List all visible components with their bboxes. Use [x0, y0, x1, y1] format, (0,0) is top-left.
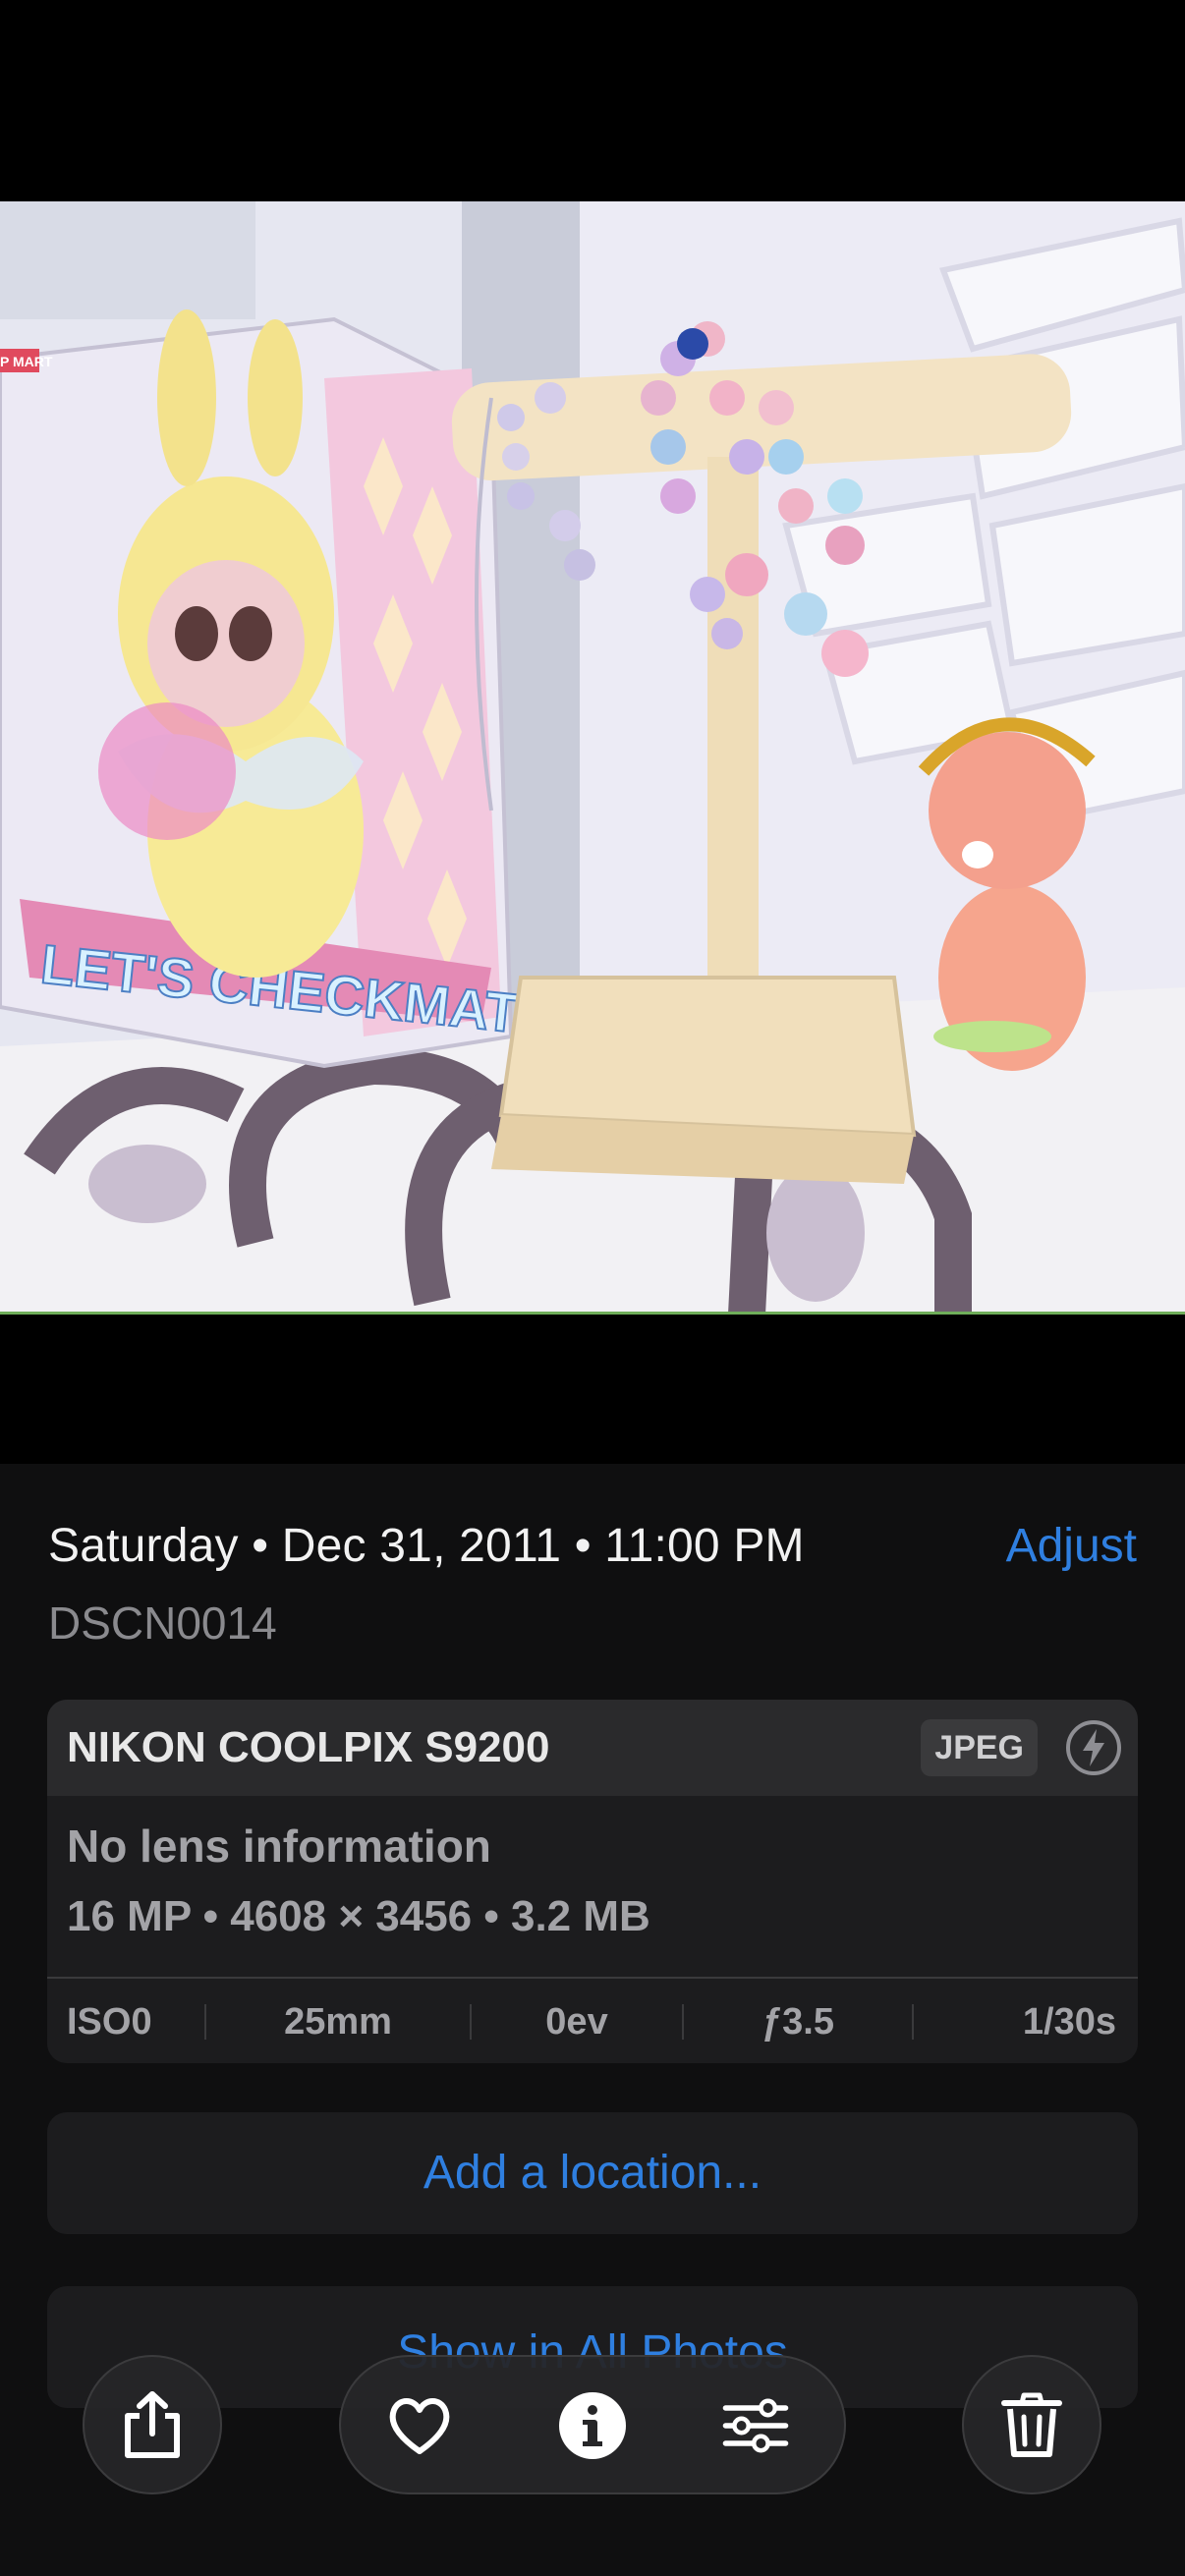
exif-iso: ISO0 — [67, 2000, 152, 2043]
adjust-button[interactable]: Adjust — [1006, 1519, 1137, 1573]
trash-icon — [1001, 2392, 1062, 2457]
share-icon — [125, 2391, 180, 2458]
date-time-label: Saturday • Dec 31, 2011 • 11:00 PM — [48, 1520, 805, 1572]
exif-focal-length: 25mm — [284, 2000, 392, 2043]
photo-viewer[interactable]: LET'S CHECKMATE P MART — [0, 201, 1185, 1315]
lens-info: No lens information — [67, 1820, 491, 1872]
share-button[interactable] — [83, 2355, 222, 2494]
box-corner-text: P MART — [0, 354, 53, 369]
sliders-icon[interactable] — [720, 2390, 791, 2461]
toolbar-group — [339, 2355, 846, 2494]
camera-header: NIKON COOLPIX S9200 JPEG — [47, 1700, 1138, 1796]
info-icon[interactable] — [557, 2390, 628, 2461]
delete-button[interactable] — [962, 2355, 1101, 2494]
filename-label: DSCN0014 — [48, 1597, 277, 1649]
exif-row: ISO0 25mm 0ev ƒ3.5 1/30s — [47, 1977, 1138, 2063]
heart-icon[interactable] — [384, 2390, 455, 2461]
exif-exposure-bias: 0ev — [545, 2000, 608, 2043]
camera-model: NIKON COOLPIX S9200 — [67, 1723, 550, 1771]
format-badge: JPEG — [921, 1719, 1038, 1776]
image-specs: 16 MP • 4608 × 3456 • 3.2 MB — [67, 1892, 650, 1940]
exif-aperture: ƒ3.5 — [762, 2000, 834, 2043]
photo-image: LET'S CHECKMATE P MART — [0, 201, 1185, 1315]
exif-shutter: 1/30s — [1022, 2000, 1116, 2043]
camera-info-card: NIKON COOLPIX S9200 JPEG No lens informa… — [47, 1700, 1138, 2063]
flash-icon — [1066, 1720, 1121, 1775]
add-location-button[interactable]: Add a location... — [47, 2112, 1138, 2234]
